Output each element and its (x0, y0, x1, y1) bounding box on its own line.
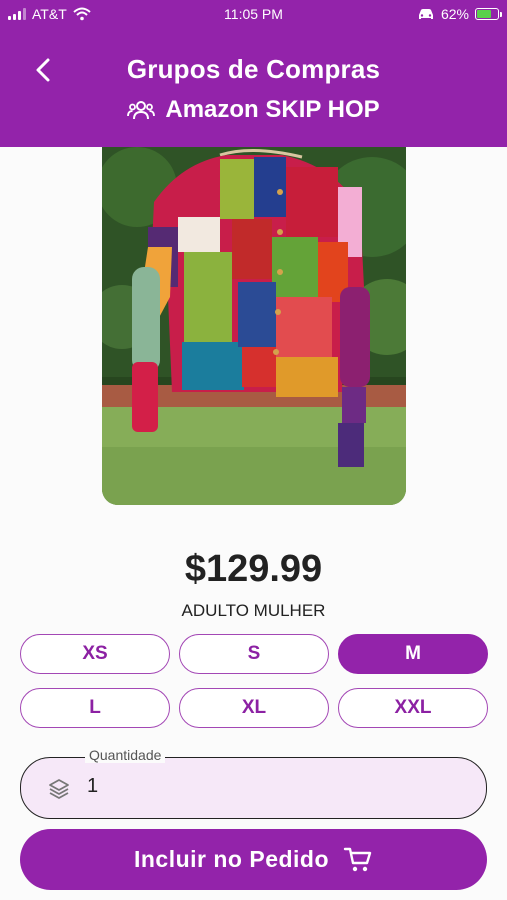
battery-percent: 62% (440, 6, 469, 22)
quantity-input[interactable]: 1 (87, 775, 98, 798)
page-title: Grupos de Compras (126, 54, 381, 84)
size-option-s[interactable]: S (179, 634, 329, 674)
product-price: $129.99 (184, 548, 323, 590)
size-option-l[interactable]: L (20, 688, 170, 728)
size-option-xxl[interactable]: XXL (338, 688, 488, 728)
add-to-order-button[interactable]: Incluir no Pedido (20, 829, 487, 890)
layers-icon (49, 779, 69, 799)
quantity-label: Quantidade (85, 747, 166, 763)
battery-icon (475, 8, 502, 20)
group-subtitle: Amazon SKIP HOP (0, 96, 507, 124)
product-category: ADULTO MULHER (181, 601, 326, 620)
add-to-order-label: Incluir no Pedido (133, 846, 330, 872)
product-image (102, 147, 406, 505)
size-option-xs[interactable]: XS (20, 634, 170, 674)
car-icon (418, 9, 433, 19)
app-header: AT&T 11:05 PM 62% Grupos de Compras Amaz… (0, 0, 507, 147)
battery-fill (477, 10, 491, 18)
size-option-xl[interactable]: XL (179, 688, 329, 728)
size-option-m[interactable]: M (338, 634, 488, 674)
group-name: Amazon SKIP HOP (165, 96, 380, 123)
group-users-icon (127, 101, 156, 120)
quantity-field[interactable]: Quantidade 1 (20, 747, 487, 819)
sweater-photo (102, 147, 406, 505)
status-bar: AT&T 11:05 PM 62% (0, 0, 507, 30)
cart-icon (343, 847, 372, 871)
size-selector: XS S M L XL XXL (20, 634, 488, 728)
